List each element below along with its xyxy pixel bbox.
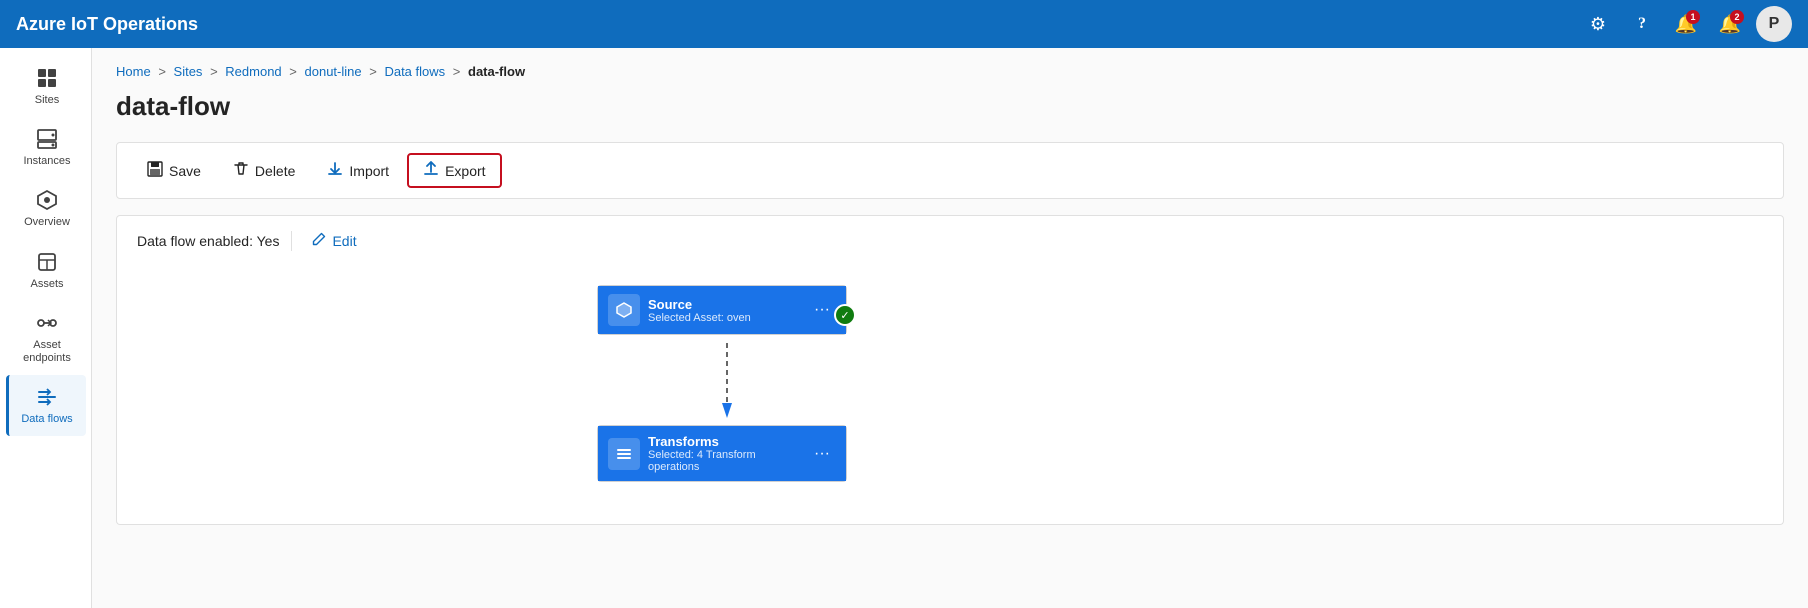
sidebar-item-overview[interactable]: Overview [6, 178, 86, 239]
sidebar-item-overview-label: Overview [24, 216, 70, 229]
export-icon [423, 161, 439, 180]
breadcrumb-sites[interactable]: Sites [174, 64, 203, 79]
source-node-title: Source [648, 297, 800, 312]
edit-label: Edit [332, 233, 356, 249]
sidebar-item-sites-label: Sites [35, 94, 59, 107]
source-node-icon [608, 294, 640, 326]
sidebar-item-instances[interactable]: Instances [6, 117, 86, 178]
save-button[interactable]: Save [133, 155, 215, 186]
save-label: Save [169, 163, 201, 179]
notification2-button[interactable]: 🔔 2 [1712, 6, 1748, 42]
delete-label: Delete [255, 163, 295, 179]
edit-button[interactable]: Edit [304, 228, 364, 253]
source-node-title-group: Source Selected Asset: oven [648, 297, 800, 324]
instances-icon [35, 127, 59, 151]
transform-node-icon [608, 438, 640, 470]
page-title: data-flow [116, 91, 1784, 122]
sidebar: Sites Instances Overview [0, 48, 92, 608]
main-layout: Sites Instances Overview [0, 48, 1808, 608]
breadcrumb-current: data-flow [468, 64, 525, 79]
breadcrumb-data-flows[interactable]: Data flows [384, 64, 445, 79]
sidebar-item-asset-endpoints[interactable]: Asset endpoints [6, 301, 86, 375]
transform-node-title: Transforms [648, 434, 800, 449]
notification1-badge: 1 [1686, 10, 1700, 24]
delete-icon [233, 161, 249, 180]
source-node-header: Source Selected Asset: oven ··· [598, 286, 846, 334]
app-title: Azure IoT Operations [16, 14, 1580, 35]
delete-button[interactable]: Delete [219, 155, 309, 186]
notification1-button[interactable]: 🔔 1 [1668, 6, 1704, 42]
import-label: Import [349, 163, 389, 179]
sidebar-item-asset-endpoints-label: Asset endpoints [17, 339, 78, 365]
gear-icon: ⚙ [1590, 14, 1606, 35]
breadcrumb-sep3: > [289, 64, 300, 79]
check-icon: ✓ [840, 309, 849, 322]
breadcrumb-sep2: > [210, 64, 221, 79]
avatar: P [1769, 15, 1780, 33]
breadcrumb-donut-line[interactable]: donut-line [305, 64, 362, 79]
export-button[interactable]: Export [407, 153, 501, 188]
sites-icon [35, 66, 59, 90]
help-button[interactable]: ? [1624, 6, 1660, 42]
enabled-status: Data flow enabled: Yes [137, 233, 279, 249]
content-area: Home > Sites > Redmond > donut-line > Da… [92, 48, 1808, 608]
export-label: Export [445, 163, 485, 179]
breadcrumb-sep4: > [369, 64, 380, 79]
transform-node: Transforms Selected: 4 Transform operati… [597, 425, 847, 482]
import-button[interactable]: Import [313, 155, 403, 186]
source-node-status: ✓ [834, 304, 856, 326]
breadcrumb-sep5: > [453, 64, 464, 79]
breadcrumb-redmond[interactable]: Redmond [225, 64, 281, 79]
save-icon [147, 161, 163, 180]
sidebar-item-data-flows-label: Data flows [21, 413, 72, 426]
settings-button[interactable]: ⚙ [1580, 6, 1616, 42]
data-flows-icon [35, 385, 59, 409]
breadcrumb-home[interactable]: Home [116, 64, 151, 79]
overview-icon [35, 188, 59, 212]
transform-node-menu[interactable]: ··· [808, 443, 836, 465]
divider [291, 231, 292, 251]
import-icon [327, 161, 343, 180]
flow-canvas: Source Selected Asset: oven ··· ✓ [116, 265, 1784, 525]
breadcrumb: Home > Sites > Redmond > donut-line > Da… [116, 64, 1784, 79]
source-node-subtitle: Selected Asset: oven [648, 312, 800, 324]
help-icon: ? [1638, 15, 1646, 33]
asset-endpoints-icon [35, 311, 59, 335]
connector-line [717, 343, 737, 423]
info-bar: Data flow enabled: Yes Edit [116, 215, 1784, 265]
sidebar-item-assets[interactable]: Assets [6, 240, 86, 301]
transform-node-title-group: Transforms Selected: 4 Transform operati… [648, 434, 800, 473]
notification2-badge: 2 [1730, 10, 1744, 24]
source-node: Source Selected Asset: oven ··· ✓ [597, 285, 847, 335]
transform-node-header: Transforms Selected: 4 Transform operati… [598, 426, 846, 481]
sidebar-item-instances-label: Instances [23, 155, 70, 168]
assets-icon [35, 250, 59, 274]
header-icons: ⚙ ? 🔔 1 🔔 2 P [1580, 6, 1792, 42]
sidebar-item-data-flows[interactable]: Data flows [6, 375, 86, 436]
breadcrumb-sep1: > [158, 64, 169, 79]
sidebar-item-assets-label: Assets [30, 278, 63, 291]
edit-icon [312, 232, 326, 249]
app-header: Azure IoT Operations ⚙ ? 🔔 1 🔔 2 P [0, 0, 1808, 48]
toolbar: Save Delete [116, 142, 1784, 199]
transform-node-subtitle: Selected: 4 Transform operations [648, 449, 800, 473]
source-node-menu[interactable]: ··· [808, 299, 836, 321]
profile-button[interactable]: P [1756, 6, 1792, 42]
sidebar-item-sites[interactable]: Sites [6, 56, 86, 117]
content-inner: Home > Sites > Redmond > donut-line > Da… [92, 48, 1808, 541]
